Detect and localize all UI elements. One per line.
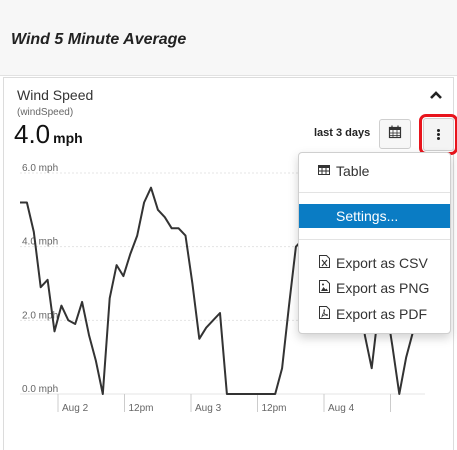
pdf-file-icon xyxy=(318,306,330,322)
png-file-icon xyxy=(318,280,330,296)
menu-item-export-png[interactable]: Export as PNG xyxy=(299,276,450,300)
menu-divider xyxy=(299,192,450,193)
menu-item-table[interactable]: Table xyxy=(299,159,450,183)
table-icon xyxy=(318,164,330,178)
menu-item-label: Export as PDF xyxy=(336,306,428,322)
y-tick-label: 0.0 mph xyxy=(22,384,58,395)
menu-item-label: Export as PNG xyxy=(336,280,430,296)
menu-item-export-pdf[interactable]: Export as PDF xyxy=(299,302,450,326)
menu-item-label: Table xyxy=(336,163,370,179)
y-tick-label: 4.0 mph xyxy=(22,237,58,248)
menu-item-export-csv[interactable]: Export as CSV xyxy=(299,251,450,275)
y-tick-label: 6.0 mph xyxy=(22,163,58,174)
csv-file-icon xyxy=(318,255,330,271)
menu-item-settings[interactable]: Settings... xyxy=(299,204,450,228)
x-tick-label: 12pm xyxy=(129,403,154,414)
x-tick-label: Aug 4 xyxy=(328,403,355,414)
menu-item-label: Settings... xyxy=(336,208,399,224)
chart-dropdown-menu: Table Settings... Export as CSV Export a… xyxy=(298,152,451,334)
menu-item-label: Export as CSV xyxy=(336,255,428,271)
x-tick-label: Aug 3 xyxy=(195,403,222,414)
menu-divider xyxy=(299,239,450,240)
x-tick-label: Aug 2 xyxy=(62,403,89,414)
x-tick-label: 12pm xyxy=(262,403,287,414)
